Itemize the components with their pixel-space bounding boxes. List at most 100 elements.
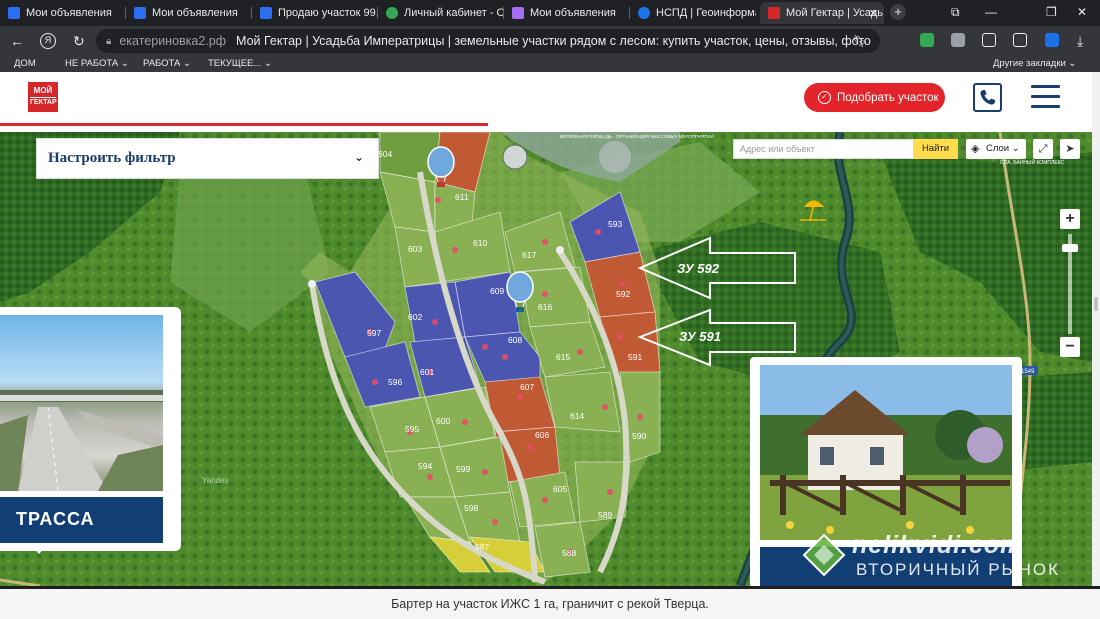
tab-4[interactable]: Личный кабинет - Об <box>378 2 504 24</box>
download-icon[interactable]: ⤓ <box>1077 33 1083 49</box>
zoom-slider-handle[interactable] <box>1062 244 1078 252</box>
plot-label[interactable]: 598 <box>464 503 478 513</box>
layers-icon: ◈ <box>971 143 980 155</box>
plot-label[interactable]: 600 <box>436 416 450 426</box>
plot-label[interactable]: 597 <box>367 328 381 338</box>
svg-text:1549: 1549 <box>1021 369 1035 375</box>
map-find-button[interactable]: Найти <box>913 139 958 159</box>
header-accent-line <box>0 123 488 126</box>
plot-label[interactable]: 602 <box>408 312 422 322</box>
tab-label: Мои объявления <box>26 7 112 19</box>
plot-label[interactable]: 595 <box>405 424 419 434</box>
map-layers-button[interactable]: ◈ Слои ⌄ <box>966 139 1026 159</box>
plot-label[interactable]: 607 <box>520 382 534 392</box>
plot-label[interactable]: 617 <box>522 250 536 260</box>
fullscreen-icon[interactable]: ⤢ <box>1033 139 1053 159</box>
avito-icon <box>134 7 146 19</box>
other-bookmarks[interactable]: Другие закладки ⌄ <box>993 58 1076 69</box>
plot-label[interactable]: 594 <box>418 461 432 471</box>
reload-icon[interactable]: ↻ <box>73 33 85 49</box>
poi-label: ВЕРХОВНАЯ ПЛОЩАДЬ · ОРГАНИЗАЦИЯ МАССОВЫХ… <box>560 132 714 139</box>
check-icon: ✓ <box>818 91 831 104</box>
yandex-attribution: Yandex <box>202 476 229 485</box>
tab-1[interactable]: Мои объявления <box>0 2 126 24</box>
plot-label[interactable]: 604 <box>378 149 392 159</box>
collections-icon[interactable] <box>1013 33 1027 47</box>
puzzle-icon[interactable] <box>982 33 996 47</box>
tab-label: Личный кабинет - Об <box>404 7 504 19</box>
plot-label[interactable]: 593 <box>608 219 622 229</box>
plot-label[interactable]: 610 <box>473 238 487 248</box>
plot-label[interactable]: 596 <box>388 377 402 387</box>
new-tab-button[interactable]: + <box>890 4 906 20</box>
browser-toolbar: ← Я ↻ 🔒︎ екатериновка2.рф Мой Гектар | У… <box>0 26 1100 56</box>
tab-3[interactable]: Продаю участок 99.9 <box>252 2 378 24</box>
lock-icon: 🔒︎ <box>106 35 112 47</box>
plot-label[interactable]: 603 <box>408 244 422 254</box>
tab-6[interactable]: НСПД | Геоинформац <box>630 2 756 24</box>
plot-label[interactable]: 611 <box>455 192 469 202</box>
image-caption: Бартер на участок ИЖС 1 га, граничит с р… <box>0 589 1100 619</box>
plot-label[interactable]: 605 <box>553 484 567 494</box>
plot-label[interactable]: 591 <box>628 352 642 362</box>
svg-text:ЗУ 591: ЗУ 591 <box>679 329 721 344</box>
menu-icon[interactable] <box>1031 85 1060 109</box>
plot-label[interactable]: 601 <box>420 367 434 377</box>
tab-5[interactable]: Мои объявления <box>504 2 630 24</box>
plot-label[interactable]: 590 <box>632 431 646 441</box>
tab-active[interactable]: Мой Гектар | Усадь ✕ <box>760 2 884 24</box>
extension-icon[interactable] <box>951 33 965 47</box>
bookmark-folder-dom[interactable]: ДОМ <box>14 58 36 69</box>
phone-icon <box>980 90 995 105</box>
bookmark-icon[interactable]: 🔖︎ <box>853 34 868 48</box>
plot-label[interactable]: 606 <box>535 430 549 440</box>
close-window-icon[interactable]: ✕ <box>1077 5 1087 19</box>
address-bar[interactable]: 🔒︎ екатериновка2.рф Мой Гектар | Усадьба… <box>96 29 880 53</box>
plot-label[interactable]: 614 <box>570 411 584 421</box>
highway-card[interactable]: ТРАССА <box>0 307 181 554</box>
svg-text:ЗУ 592: ЗУ 592 <box>677 261 720 276</box>
minimize-icon[interactable]: — <box>985 5 997 19</box>
nelikvidi-logo-icon <box>802 533 846 577</box>
plot-label[interactable]: 589 <box>598 510 612 520</box>
plot-label[interactable]: 599 <box>456 464 470 474</box>
plot-label[interactable]: 608 <box>508 335 522 345</box>
bookmark-folder-tekushchee[interactable]: ТЕКУЩЕЕ... ⌄ <box>208 58 272 69</box>
plot-label[interactable]: 609 <box>490 286 504 296</box>
pick-plot-button[interactable]: ✓ Подобрать участок <box>804 83 945 112</box>
geolocation-icon[interactable]: ➤ <box>1060 139 1080 159</box>
plot-label[interactable]: 587 <box>475 542 489 552</box>
tab-label: Продаю участок 99.9 <box>278 7 378 19</box>
restore-icon[interactable]: ❐ <box>1046 5 1057 19</box>
tab-2[interactable]: Мои объявления <box>126 2 252 24</box>
tab-label: Мои объявления <box>152 7 238 19</box>
tab-label: Мои объявления <box>530 7 616 19</box>
avito-icon <box>260 7 272 19</box>
plot-label[interactable]: 588 <box>562 548 576 558</box>
plot-map[interactable]: ВЕРХОВНАЯ ПЛОЩАДЬ · ОРГАНИЗАЦИЯ МАССОВЫХ… <box>0 132 1092 586</box>
highway-photo <box>0 315 163 492</box>
filter-dropdown[interactable]: Настроить фильтр ⌄ <box>36 138 379 179</box>
phone-button[interactable] <box>973 83 1002 112</box>
gosuslugi-icon <box>386 7 398 19</box>
url-host: екатериновка2.рф <box>119 34 227 48</box>
bookmark-folder-ne-rabota[interactable]: НЕ РАБОТА ⌄ <box>65 58 129 69</box>
plot-label[interactable]: 615 <box>556 352 570 362</box>
bookmark-folder-rabota[interactable]: РАБОТА ⌄ <box>143 58 191 69</box>
site-logo[interactable]: МОЙ ГЕКТАР <box>28 82 58 112</box>
tab-search-icon[interactable]: ⧉ <box>951 5 960 20</box>
plot-label[interactable]: 616 <box>538 302 552 312</box>
page-scrollbar[interactable] <box>1092 72 1100 586</box>
yandex-icon[interactable]: Я <box>40 33 56 49</box>
chevron-down-icon: ⌄ <box>353 150 364 164</box>
close-tab-icon[interactable]: ✕ <box>869 7 878 20</box>
zoom-out-button[interactable]: − <box>1060 337 1080 357</box>
profile-icon[interactable] <box>1045 33 1059 47</box>
zoom-in-button[interactable]: + <box>1060 209 1080 229</box>
extension-icon[interactable] <box>920 33 934 47</box>
filter-label: Настроить фильтр <box>48 150 176 166</box>
website: МОЙ ГЕКТАР ✓ Подобрать участок ВЕРХОВНАЯ… <box>0 72 1092 586</box>
back-icon[interactable]: ← <box>10 33 24 49</box>
plot-label[interactable]: 592 <box>616 289 630 299</box>
sparkle-icon <box>512 7 524 19</box>
